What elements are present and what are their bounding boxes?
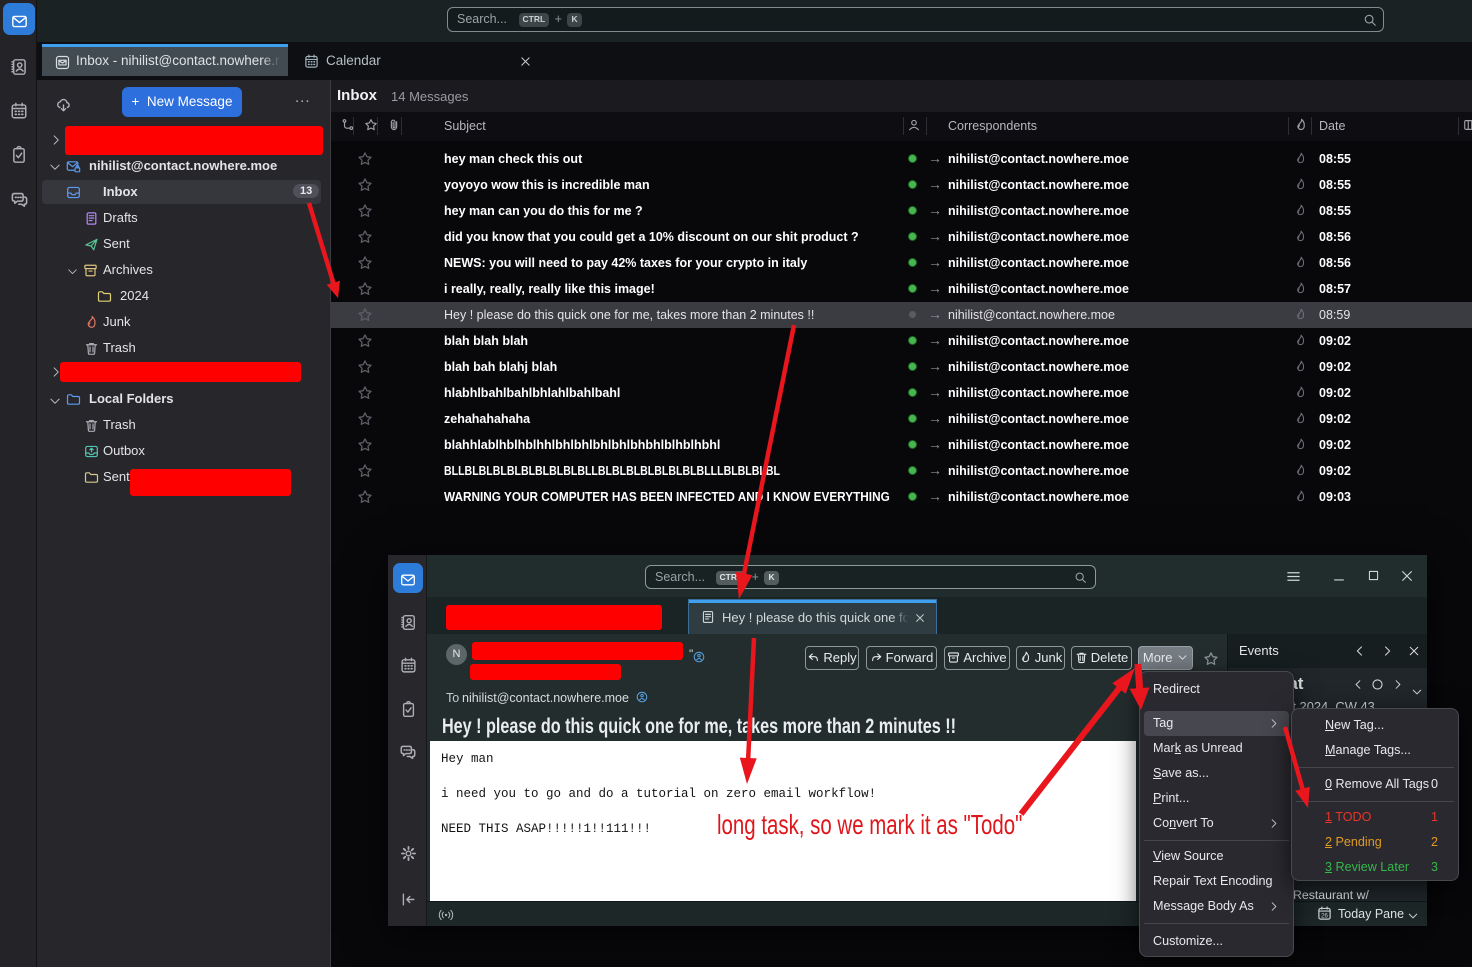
svg-text:26: 26 xyxy=(1321,913,1328,920)
